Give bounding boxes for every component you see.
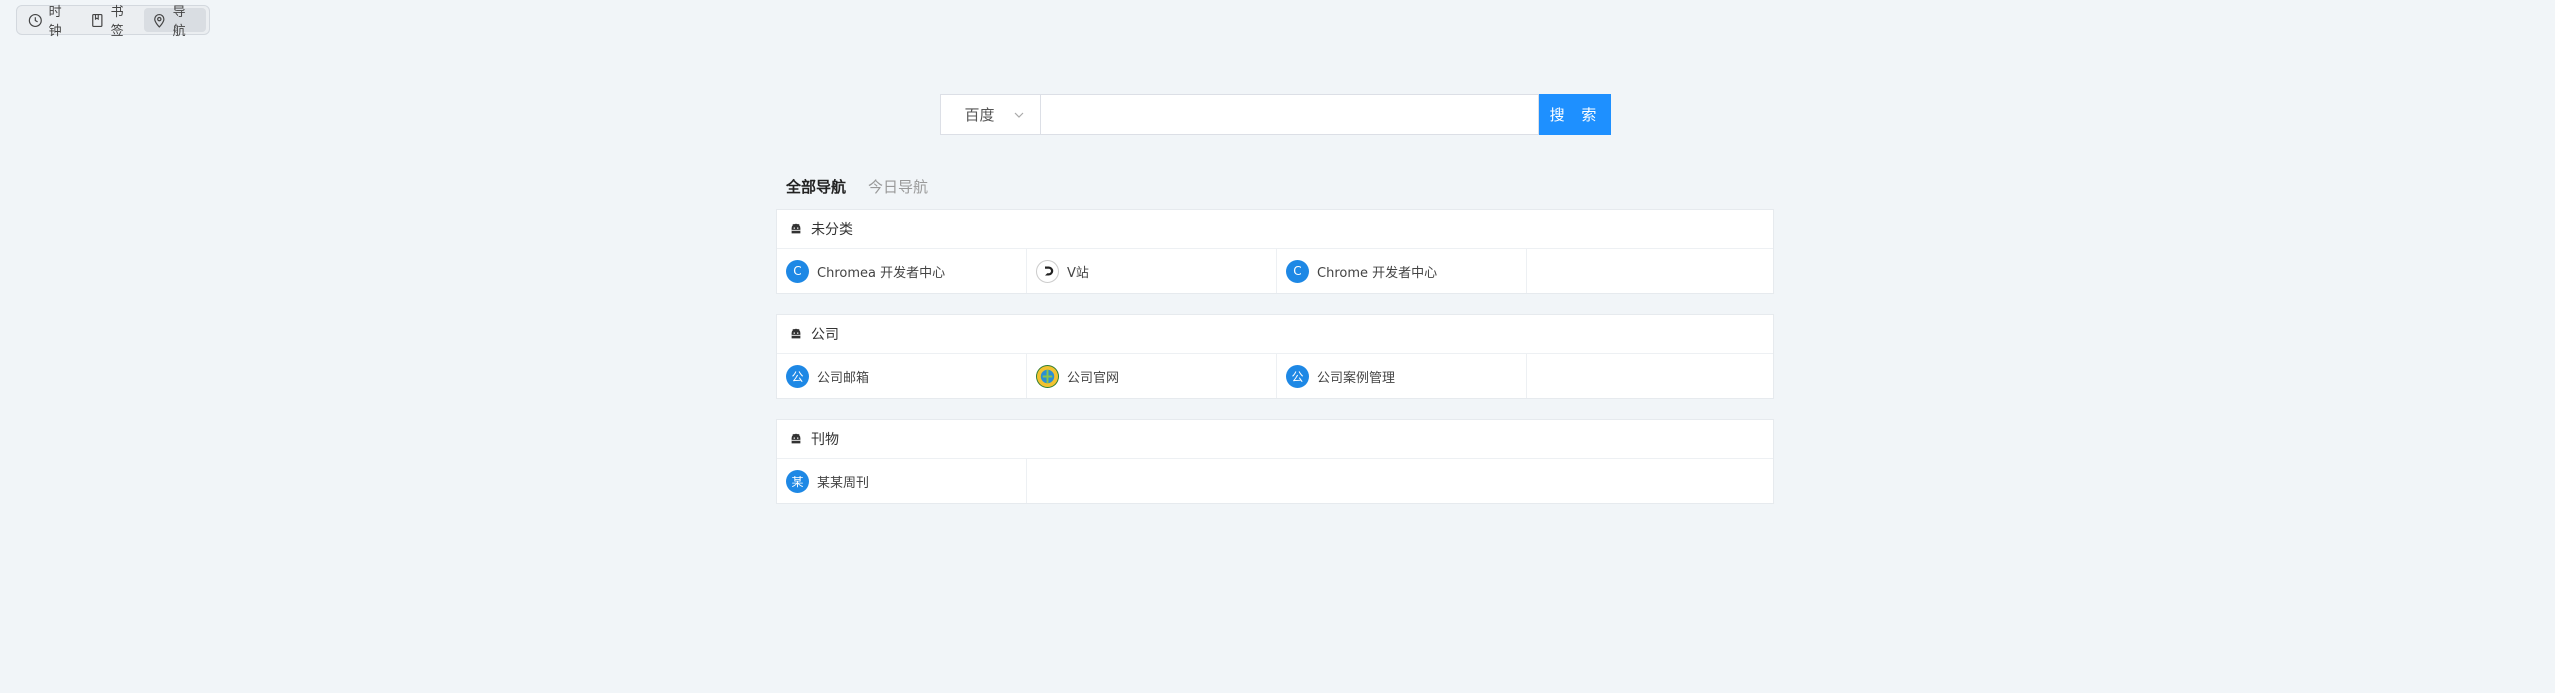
clock-icon — [28, 13, 42, 27]
search-input[interactable] — [1040, 94, 1539, 135]
switch-clock-label: 时钟 — [48, 5, 62, 39]
nav-link-company-case-management[interactable]: 公 公司案例管理 — [1277, 354, 1527, 398]
group-title: 公司 — [811, 327, 839, 343]
nav-link-label: Chromea 开发者中心 — [817, 265, 946, 281]
android-icon — [791, 433, 801, 444]
chevron-down-icon — [1014, 112, 1023, 118]
empty-cell — [1527, 354, 1773, 398]
group-row: 某 某某周刊 — [777, 459, 1773, 503]
group-row: 公 公司邮箱 公司官网 公 公司案例管理 — [777, 354, 1773, 398]
search-engine-label: 百度 — [964, 106, 995, 124]
v2ex-logo-icon — [1036, 259, 1059, 283]
site-badge: 公 — [786, 364, 809, 388]
nav-link-v2ex[interactable]: V站 — [1027, 249, 1277, 293]
nav-link-label: 公司邮箱 — [817, 370, 870, 386]
site-badge: 某 — [786, 469, 809, 493]
globe-logo-icon — [1036, 364, 1059, 388]
search-bar: 百度 搜 索 — [940, 94, 1611, 135]
nav-link-company-email[interactable]: 公 公司邮箱 — [777, 354, 1027, 398]
site-badge: C — [786, 259, 809, 283]
group-title: 未分类 — [811, 222, 853, 238]
group-row: C Chromea 开发者中心 V站 C Chrome 开发者中心 — [777, 249, 1773, 293]
switch-navigation[interactable]: 导航 — [144, 5, 206, 39]
view-switcher: 时钟 书签 导航 — [16, 5, 210, 39]
site-badge: 公 — [1286, 364, 1309, 388]
nav-link-label: V站 — [1067, 265, 1089, 281]
tab-today-navigation[interactable]: 今日导航 — [868, 176, 928, 197]
nav-link-weekly-journal[interactable]: 某 某某周刊 — [777, 459, 1027, 503]
nav-tabs: 全部导航 今日导航 — [786, 176, 928, 197]
android-icon — [791, 223, 801, 234]
search-engine-select[interactable]: 百度 — [940, 94, 1040, 135]
nav-link-label: Chrome 开发者中心 — [1317, 265, 1438, 281]
switch-bookmark-label: 书签 — [110, 5, 124, 39]
group-header: 公司 — [777, 315, 1773, 354]
group-title: 刊物 — [811, 432, 839, 448]
nav-group-uncategorized: 未分类 C Chromea 开发者中心 V站 C Chrome 开发者中心 — [776, 209, 1774, 294]
group-header: 刊物 — [777, 420, 1773, 459]
empty-cell — [1527, 249, 1773, 293]
nav-link-label: 公司官网 — [1067, 370, 1120, 386]
switch-navigation-label: 导航 — [172, 5, 186, 39]
tab-all-navigation[interactable]: 全部导航 — [786, 176, 846, 197]
search-button[interactable]: 搜 索 — [1539, 94, 1611, 135]
android-icon — [791, 328, 801, 339]
bookmark-icon — [92, 13, 103, 27]
empty-cell — [1027, 459, 1773, 503]
group-header: 未分类 — [777, 210, 1773, 249]
nav-link-chromea-dev-center[interactable]: C Chromea 开发者中心 — [777, 249, 1027, 293]
nav-link-label: 公司案例管理 — [1317, 370, 1396, 386]
nav-link-company-website[interactable]: 公司官网 — [1027, 354, 1277, 398]
nav-group-company: 公司 公 公司邮箱 公司官网 公 公司案例管理 — [776, 314, 1774, 399]
switch-clock[interactable]: 时钟 — [20, 5, 82, 39]
location-pin-icon — [154, 13, 165, 28]
nav-link-chrome-dev-center[interactable]: C Chrome 开发者中心 — [1277, 249, 1527, 293]
switch-bookmark[interactable]: 书签 — [82, 5, 144, 39]
site-badge: C — [1286, 259, 1309, 283]
nav-link-label: 某某周刊 — [817, 475, 870, 491]
nav-group-publications: 刊物 某 某某周刊 — [776, 419, 1774, 504]
